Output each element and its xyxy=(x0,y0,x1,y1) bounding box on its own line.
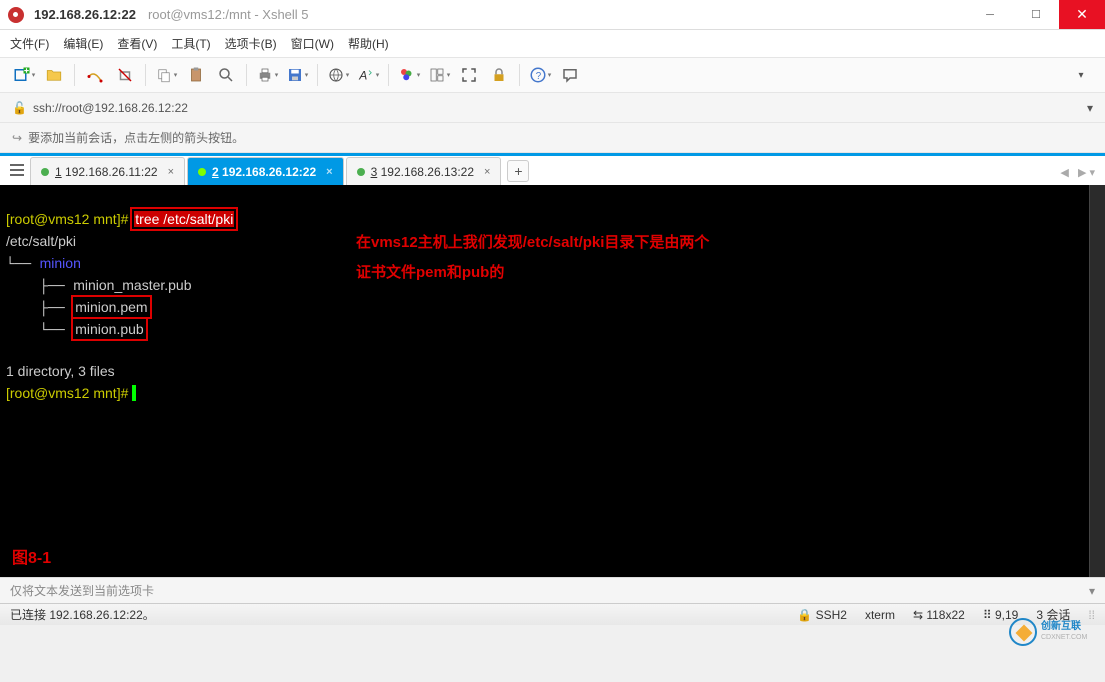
toolbar-overflow[interactable]: ▾ xyxy=(1067,61,1095,89)
sendbar-dropdown-icon[interactable]: ▾ xyxy=(1089,584,1095,598)
app-icon xyxy=(8,7,24,23)
term-output-file: minion.pem xyxy=(75,299,147,315)
svg-text:?: ? xyxy=(535,71,541,82)
copy-button[interactable] xyxy=(152,61,180,89)
figure-label: 图8-1 xyxy=(12,549,51,569)
menu-window[interactable]: 窗口(W) xyxy=(291,35,334,52)
highlight-command: tree /etc/salt/pki xyxy=(132,209,236,229)
separator xyxy=(388,64,389,86)
disconnect-button[interactable] xyxy=(111,61,139,89)
help-button[interactable]: ? xyxy=(526,61,554,89)
separator xyxy=(145,64,146,86)
scrollbar[interactable] xyxy=(1089,185,1105,577)
menu-view[interactable]: 查看(V) xyxy=(117,35,157,52)
term-output-summary: 1 directory, 3 files xyxy=(6,363,115,379)
globe-button[interactable] xyxy=(324,61,352,89)
new-tab-button[interactable]: + xyxy=(507,160,529,182)
tab-menu-button[interactable] xyxy=(8,161,26,179)
layout-button[interactable] xyxy=(425,61,453,89)
annotation-line-2: 证书文件pem和pub的 xyxy=(356,263,504,283)
tab-close-icon[interactable]: × xyxy=(326,166,332,178)
menu-file[interactable]: 文件(F) xyxy=(10,35,49,52)
new-session-button[interactable] xyxy=(10,61,38,89)
menu-edit[interactable]: 编辑(E) xyxy=(63,35,103,52)
status-size: ⇆ 118x22 xyxy=(913,608,965,622)
session-tab-2[interactable]: 2 192.168.26.12:22 × xyxy=(187,157,344,185)
session-tab-1[interactable]: 1 192.168.26.11:22 × xyxy=(30,157,185,185)
tip-arrow-icon[interactable]: ↪ xyxy=(12,131,22,145)
tip-text: 要添加当前会话，点击左侧的箭头按钮。 xyxy=(28,129,244,146)
term-prompt: [root@vms12 mnt]# xyxy=(6,211,132,227)
status-connection: 已连接 192.168.26.12:22。 xyxy=(10,606,155,623)
tab-close-icon[interactable]: × xyxy=(484,166,490,178)
term-output-dir: minion xyxy=(40,255,81,271)
close-button[interactable]: ✕ xyxy=(1059,0,1105,29)
addr-dropdown-icon[interactable]: ▾ xyxy=(1087,101,1093,115)
minimize-button[interactable]: ─ xyxy=(967,0,1013,29)
tab-strip: 1 192.168.26.11:22 × 2 192.168.26.12:22 … xyxy=(0,153,1105,185)
send-bar-text: 仅将文本发送到当前选项卡 xyxy=(10,582,154,599)
term-prompt: [root@vms12 mnt]# xyxy=(6,385,132,401)
separator xyxy=(317,64,318,86)
highlight-file: minion.pub xyxy=(73,319,146,339)
lock-icon: 🔓 xyxy=(12,101,27,115)
watermark: 创新互联CDXNET.COM xyxy=(1009,612,1099,652)
status-termtype: xterm xyxy=(865,608,895,622)
watermark-logo-icon xyxy=(1009,618,1037,646)
terminal[interactable]: [root@vms12 mnt]# tree /etc/salt/pki /et… xyxy=(0,185,1105,577)
svg-text:A: A xyxy=(358,69,367,83)
send-bar[interactable]: 仅将文本发送到当前选项卡 ▾ xyxy=(0,577,1105,603)
separator xyxy=(74,64,75,86)
window-title-main: 192.168.26.12:22 xyxy=(34,7,136,22)
print-button[interactable] xyxy=(253,61,281,89)
color-button[interactable] xyxy=(395,61,423,89)
status-dot-icon xyxy=(198,168,206,176)
separator xyxy=(519,64,520,86)
term-output-path: /etc/salt/pki xyxy=(6,233,76,249)
maximize-button[interactable]: ☐ xyxy=(1013,0,1059,29)
status-dot-icon xyxy=(357,168,365,176)
term-output-file: minion_master.pub xyxy=(73,277,191,293)
menu-bar: 文件(F) 编辑(E) 查看(V) 工具(T) 选项卡(B) 窗口(W) 帮助(… xyxy=(0,30,1105,57)
term-output-file: minion.pub xyxy=(75,321,144,337)
annotation-line-1: 在vms12主机上我们发现/etc/salt/pki目录下是由两个 xyxy=(356,233,709,253)
menu-help[interactable]: 帮助(H) xyxy=(348,35,389,52)
find-button[interactable] xyxy=(212,61,240,89)
term-command: tree /etc/salt/pki xyxy=(134,211,234,227)
paste-button[interactable] xyxy=(182,61,210,89)
toolbar: A ? ▾ xyxy=(0,57,1105,93)
title-bar: 192.168.26.12:22 root@vms12:/mnt - Xshel… xyxy=(0,0,1105,30)
window-controls: ─ ☐ ✕ xyxy=(967,0,1105,29)
tab-nav[interactable]: ◀ ▶ ▾ xyxy=(1060,166,1095,179)
separator xyxy=(246,64,247,86)
session-tab-3[interactable]: 3 192.168.26.13:22 × xyxy=(346,157,502,185)
status-bar: 已连接 192.168.26.12:22。 🔒 SSH2 xterm ⇆ 118… xyxy=(0,603,1105,625)
status-ssh: 🔒 SSH2 xyxy=(797,608,847,622)
lock-button[interactable] xyxy=(485,61,513,89)
status-dot-icon xyxy=(41,168,49,176)
open-button[interactable] xyxy=(40,61,68,89)
tip-bar: ↪ 要添加当前会话，点击左侧的箭头按钮。 xyxy=(0,123,1105,153)
menu-tabs[interactable]: 选项卡(B) xyxy=(225,35,277,52)
highlight-file: minion.pem xyxy=(73,297,149,317)
connect-button[interactable] xyxy=(81,61,109,89)
save-button[interactable] xyxy=(283,61,311,89)
term-cursor xyxy=(132,385,136,401)
fullscreen-button[interactable] xyxy=(455,61,483,89)
window-title-sub: root@vms12:/mnt - Xshell 5 xyxy=(148,7,967,22)
menu-tools[interactable]: 工具(T) xyxy=(171,35,210,52)
font-button[interactable]: A xyxy=(354,61,382,89)
tab-close-icon[interactable]: × xyxy=(168,166,174,178)
address-text: ssh://root@192.168.26.12:22 xyxy=(33,101,188,115)
address-bar[interactable]: 🔓 ssh://root@192.168.26.12:22 ▾ xyxy=(0,93,1105,123)
comment-button[interactable] xyxy=(556,61,584,89)
